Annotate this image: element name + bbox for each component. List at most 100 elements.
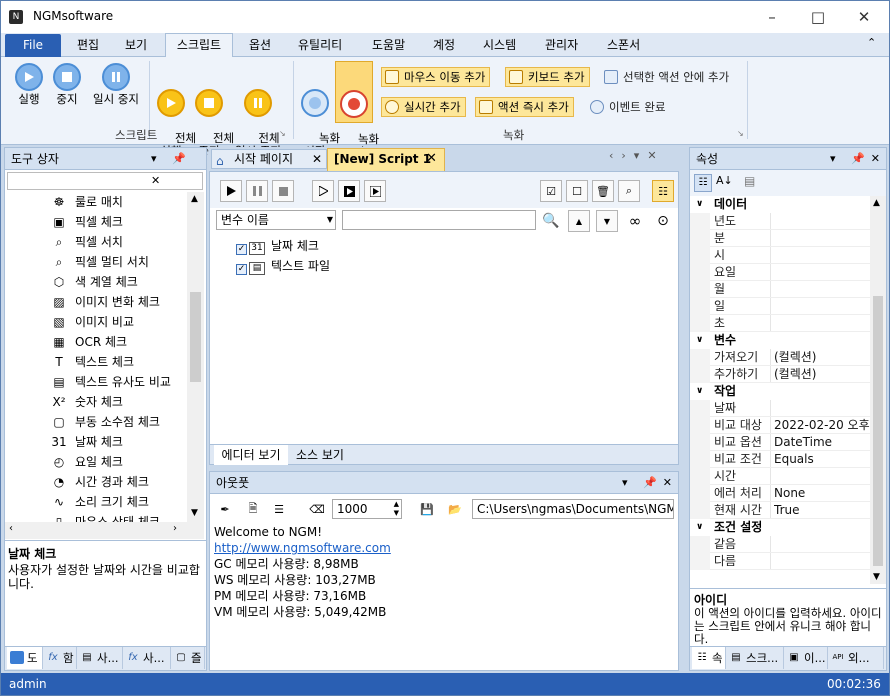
property-value[interactable]: 2022-02-20 오후 (774, 417, 870, 434)
tab-favorites[interactable]: ▢ 즐 (171, 647, 205, 669)
property-value[interactable]: (컬렉션) (774, 349, 870, 366)
record-stop-button[interactable]: 녹화 중지 (335, 61, 379, 159)
tree-view-button[interactable]: ☷ (652, 180, 674, 202)
check-all-button[interactable]: ☑ (540, 180, 562, 202)
properties-panel-buttons[interactable]: ▾ 📌✕ (830, 148, 886, 170)
tab-nav-buttons[interactable]: ‹›▾✕ (609, 149, 665, 162)
collapse-ribbon-icon[interactable]: ⌃ (867, 36, 876, 49)
properties-scroll-thumb[interactable] (873, 296, 883, 566)
add-action-now-button[interactable]: 액션 즉시 추가 (475, 97, 574, 117)
variable-search-input[interactable] (342, 210, 536, 230)
line-limit-stepper[interactable]: 1000 ▲ ▼ (332, 499, 402, 519)
tab-source-view[interactable]: 소스 보기 (290, 445, 350, 465)
search-icon[interactable]: 🔍 (540, 210, 562, 232)
menu-admin[interactable]: 관리자 (545, 36, 578, 53)
menu-file[interactable]: File (5, 34, 61, 57)
add-mouse-move-button[interactable]: 마우스 이동 추가 (381, 67, 491, 87)
maximize-button[interactable]: □ (795, 1, 841, 33)
tab-toolbox[interactable]: 도 (7, 647, 43, 669)
editor-run-selected-button[interactable] (364, 180, 386, 202)
close-button[interactable]: ✕ (841, 1, 887, 33)
property-value[interactable]: True (774, 502, 870, 519)
category-variable[interactable]: ∨ 변수 (690, 332, 870, 349)
toolbox-item[interactable]: ◴ 요일 체크 (49, 452, 123, 472)
new-doc-icon[interactable]: 🗎 (242, 498, 264, 520)
category-data[interactable]: ∨ 데이터 (690, 196, 870, 213)
toolbox-hscrollbar[interactable]: ‹ › (5, 522, 204, 539)
toolbox-item[interactable]: T 텍스트 체크 (49, 352, 134, 372)
minimize-button[interactable]: – (749, 1, 795, 33)
toolbox-item[interactable]: 31 날짜 체크 (49, 432, 123, 452)
property-row[interactable]: 추가하기 (컬렉션) (690, 366, 870, 383)
toolbox-item[interactable]: ☸ 룰로 매치 (49, 192, 123, 212)
close-start-tab-icon[interactable]: ✕ (312, 150, 322, 168)
delete-button[interactable]: 🗑 (592, 180, 614, 202)
scroll-thumb[interactable] (190, 292, 201, 382)
property-row[interactable]: 현재 시간 True (690, 502, 870, 519)
list-icon[interactable]: ☰ (268, 498, 290, 520)
sort-az-icon[interactable]: A↓ (716, 174, 733, 187)
item-checkbox[interactable]: ✓ (236, 244, 247, 255)
property-row[interactable]: 월 (690, 281, 870, 298)
toolbox-item[interactable]: ⌕ 픽셀 서치 (49, 232, 123, 252)
more-icon[interactable]: ⊙ (652, 210, 674, 232)
property-pages-icon[interactable]: ▤ (744, 174, 755, 188)
output-link[interactable]: http://www.ngmsoftware.com (214, 540, 391, 556)
stop-button[interactable]: 중지 (49, 63, 85, 106)
toolbox-item[interactable]: ▢ 부동 소수점 체크 (49, 412, 160, 432)
menu-account[interactable]: 계정 (433, 36, 455, 53)
property-row[interactable]: 년도 (690, 213, 870, 230)
property-row[interactable]: 다름 (690, 553, 870, 570)
output-path-input[interactable]: C:\Users\ngmas\Documents\NGM6\ (472, 499, 674, 519)
toolbox-item[interactable]: ∿ 소리 크기 체크 (49, 492, 149, 512)
action-tree-item[interactable]: ✓ ▤ 텍스트 파일 (236, 258, 376, 275)
group-launcher-icon[interactable]: ↘ (279, 129, 286, 138)
tab-user1[interactable]: ▤ 사... (77, 647, 123, 669)
property-row[interactable]: 가져오기 (컬렉션) (690, 349, 870, 366)
scroll-up-icon[interactable]: ▲ (191, 194, 198, 204)
close-script-tab-icon[interactable]: ✕ (426, 149, 437, 169)
menu-view[interactable]: 보기 (125, 36, 147, 53)
property-value[interactable]: None (774, 485, 870, 502)
properties-scrollbar[interactable]: ▲ ▼ (870, 196, 886, 584)
property-row[interactable]: 시 (690, 247, 870, 264)
move-down-button[interactable]: ▼ (596, 210, 618, 232)
property-row[interactable]: 비교 옵션 DateTime (690, 434, 870, 451)
editor-run-from-button[interactable] (338, 180, 360, 202)
editor-play-button[interactable] (220, 180, 242, 202)
output-panel-buttons[interactable]: ▾ 📌✕ (622, 472, 678, 494)
property-row[interactable]: 비교 조건 Equals (690, 451, 870, 468)
menu-utility[interactable]: 유틸리티 (298, 36, 342, 53)
tab-external[interactable]: API 외... (828, 647, 884, 669)
menu-help[interactable]: 도움말 (372, 36, 405, 53)
loop-icon[interactable]: ∞ (624, 210, 646, 232)
tab-scripts[interactable]: ▤ 스크... (726, 647, 784, 669)
run-button[interactable]: 실행 (9, 63, 49, 106)
category-work[interactable]: ∨ 작업 (690, 383, 870, 400)
toolbox-item[interactable]: ◔ 시간 경과 체크 (49, 472, 149, 492)
property-row[interactable]: 시간 (690, 468, 870, 485)
menu-options[interactable]: 옵션 (249, 36, 271, 53)
add-realtime-button[interactable]: 실시간 추가 (381, 97, 466, 117)
category-condition[interactable]: ∨ 조건 설정 (690, 519, 870, 536)
collapse-icon[interactable]: ∨ (696, 332, 703, 349)
property-row[interactable]: 분 (690, 230, 870, 247)
eraser-icon[interactable]: ⌫ (306, 498, 328, 520)
toolbox-search-input[interactable] (7, 172, 203, 190)
toolbox-scrollbar[interactable]: ▲ ▼ (187, 192, 204, 522)
scroll-down-icon[interactable]: ▼ (191, 508, 198, 518)
check-button[interactable]: ☐ (566, 180, 588, 202)
broom-icon[interactable]: ✒ (214, 498, 236, 520)
menu-system[interactable]: 시스템 (483, 36, 516, 53)
add-keyboard-button[interactable]: 키보드 추가 (505, 67, 590, 87)
editor-pause-button[interactable] (246, 180, 268, 202)
property-row[interactable]: 요일 (690, 264, 870, 281)
property-row[interactable]: 날짜 (690, 400, 870, 417)
toolbox-item[interactable]: ▧ 이미지 비교 (49, 312, 134, 332)
toolbox-item[interactable]: ⌕ 픽셀 멀티 서치 (49, 252, 149, 272)
menu-edit[interactable]: 편집 (77, 36, 99, 53)
pause-button[interactable]: 일시 중지 (87, 63, 145, 106)
tab-script-1[interactable]: [New] Script 1 ✕ (327, 148, 445, 171)
categorized-icon[interactable]: ☷ (694, 174, 712, 192)
toolbox-item[interactable]: ⬡ 색 계열 체크 (49, 272, 138, 292)
